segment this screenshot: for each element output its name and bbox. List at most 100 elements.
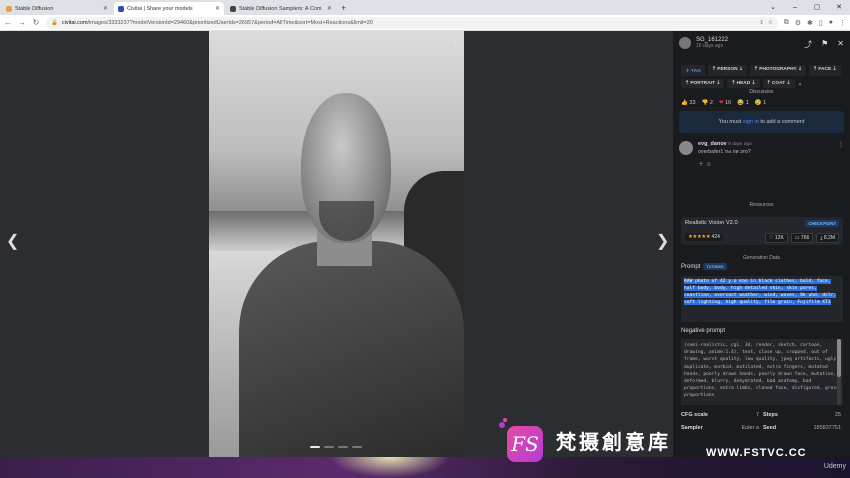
window-controls: ⌄ – ▢ ✕ [762,0,850,15]
pagination-dot[interactable] [310,446,320,448]
reaction-thumbs-down[interactable]: 👎 2 [702,100,713,106]
post-time: 16 days ago [696,43,724,49]
reaction-thumbs-up[interactable]: 👍 33 [681,100,696,106]
watermark-text: 梵摄創意库 [556,430,671,454]
generation-data-heading: Generation Data [743,255,780,261]
url-path: /images/3333237?modelVersionId=29460&pri… [87,19,373,26]
avatar[interactable] [679,141,693,155]
close-window-button[interactable]: ✕ [828,0,850,15]
address-bar: ← → ↻ 🔒 civitai.com/images/3333237?model… [0,15,850,31]
tab-close-icon[interactable]: ✕ [215,5,220,12]
signin-prompt: You must sign in to add a comment [679,111,844,133]
reaction-cry[interactable]: 😢 1 [755,100,766,106]
tag-chip[interactable]: ⇡ FACE ⇣ [809,65,841,76]
resource-type-badge: CHECKPOINT [805,220,839,227]
sign-in-link[interactable]: sign in [743,119,759,125]
tab-title: Civitai | Share your models [127,5,193,12]
tag-chip[interactable]: ⇡ PORTRAIT ⇣ [681,79,725,88]
tab-title: Stable Diffusion Samplers: A Com [239,5,322,12]
tab-favicon-icon [118,5,124,12]
prompt-type-badge: TXT2IMG [703,263,727,270]
report-flag-icon[interactable]: ⚑ [821,39,828,50]
browser-tab[interactable]: Stable Diffusion ✕ [2,2,112,15]
negative-prompt-label: Negative prompt [681,328,726,334]
tag-chip[interactable]: ⇡ COAT ⇣ [762,79,795,88]
share-icon[interactable]: ⇪ [759,20,764,26]
minimize-button[interactable]: – [784,0,806,15]
reload-icon[interactable]: ↻ [32,18,40,27]
pagination-dot[interactable] [324,446,334,448]
downloads-stat: ⤓ 8.2M [816,233,839,243]
profile-icon[interactable]: ● [829,19,833,26]
browser-tab-active[interactable]: Civitai | Share your models ✕ [114,2,224,15]
image-pagination-dots [310,446,362,448]
param-key: Seed [763,424,777,431]
udemy-logo: Udemy [823,463,846,470]
discussion-heading: Discussion [749,89,774,95]
back-arrow-icon[interactable]: ← [4,18,12,27]
browser-tab[interactable]: Stable Diffusion Samplers: A Com ✕ [226,2,336,15]
tab-search-icon[interactable]: ⌄ [762,0,784,15]
image-viewer: ⋮ ❮ ❯ [0,31,673,457]
close-icon[interactable]: ✕ [837,39,844,50]
tab-close-icon[interactable]: ✕ [103,5,108,12]
prompt-text[interactable]: RAW photo of 42 y.o man in black clothes… [681,276,843,322]
video-bottom-strip: Udemy [0,457,850,478]
browser-tab-bar: Stable Diffusion ✕ Civitai | Share your … [0,0,850,15]
extensions-puzzle-icon[interactable]: ✱ [807,19,813,27]
forward-arrow-icon[interactable]: → [18,18,26,27]
tag-chip[interactable]: ⇡ HEAD ⇣ [727,79,760,88]
comment-text: overbafer1 ты ли это? [698,149,751,155]
param-row: Sampler Euler a Seed 185837751 [681,421,846,434]
negative-prompt-scrollbar[interactable] [837,339,841,405]
avatar[interactable] [679,37,691,49]
url-host: civitai.com [61,19,88,26]
image-menu-icon[interactable]: ⋮ [451,35,460,46]
new-tab-button[interactable]: + [341,2,346,15]
comment-author[interactable]: evg_danov [698,141,727,147]
rating-stars-icon: ★★★★★ [688,234,711,240]
extension-icon[interactable]: ⧉ [784,19,789,27]
bookmark-star-icon[interactable]: ☆ [768,20,773,26]
browser-menu-icon[interactable]: ⋮ [839,19,846,27]
param-value: 7 [755,411,759,418]
negative-prompt-text[interactable]: (semi-realistic, cgi, 3d, render, sketch… [681,339,843,405]
pagination-dot[interactable] [352,446,362,448]
author-info[interactable]: SG_161222 16 days ago [679,37,728,49]
pagination-dot[interactable] [338,446,348,448]
param-key: Sampler [681,424,703,431]
tab-favicon-icon [230,5,236,12]
resource-rating: ★★★★★ 424 [685,233,723,241]
comment-menu-icon[interactable]: ⋮ [838,141,844,148]
resource-card[interactable]: Realistic Vision V2.0 CHECKPOINT ★★★★★ 4… [681,217,843,245]
next-image-chevron-icon[interactable]: ❯ [656,231,669,251]
url-field[interactable]: 🔒 civitai.com/images/3333237?modelVersio… [46,16,778,29]
add-tag-button[interactable]: ＋ TAG [681,65,705,76]
comment-item: evg_danov 9 days ago overbafer1 ты ли эт… [679,141,844,168]
extension-icon[interactable]: ⚙ [795,19,801,27]
image-details-panel: SG_161222 16 days ago ⤴ ⚑ ✕ ＋ TAG ⇡ PERS… [673,31,850,457]
previous-image-chevron-icon[interactable]: ❮ [6,231,19,251]
reaction-laugh[interactable]: 😂 1 [737,100,748,106]
watermark-logo: FS [497,418,549,470]
reaction-bar: 👍 33 👎 2 ❤ 16 😂 1 😢 1 [681,100,766,106]
param-value: 185837751 [813,424,841,431]
tab-close-icon[interactable]: ✕ [327,5,332,12]
tag-list: ＋ TAG ⇡ PERSON ⇣ ⇡ PHOTOGRAPHY ⇣ ⇡ FACE … [681,65,846,88]
tab-title: Stable Diffusion [15,5,54,12]
reaction-heart[interactable]: ❤ 16 [719,100,731,106]
param-value: 25 [834,411,841,418]
sidebar-icon[interactable]: ▯ [819,19,823,27]
likes-stat: ♡ 12K [765,233,788,243]
add-reaction-icon[interactable]: ＋ ☺ [698,162,712,168]
maximize-button[interactable]: ▢ [806,0,828,15]
generated-portrait-image [209,31,464,457]
prompt-label: Prompt TXT2IMG [681,263,727,270]
share-icon[interactable]: ⤴ [804,39,812,50]
watermark-url: WWW.FSTVC.CC [706,447,807,459]
lock-icon: 🔒 [51,19,58,26]
more-tags-chevron-icon[interactable]: ⌄ [798,79,803,88]
param-row: CFG scale 7 Steps 25 [681,408,846,421]
tag-chip[interactable]: ⇡ PERSON ⇣ [707,65,747,76]
tag-chip[interactable]: ⇡ PHOTOGRAPHY ⇣ [749,65,807,76]
